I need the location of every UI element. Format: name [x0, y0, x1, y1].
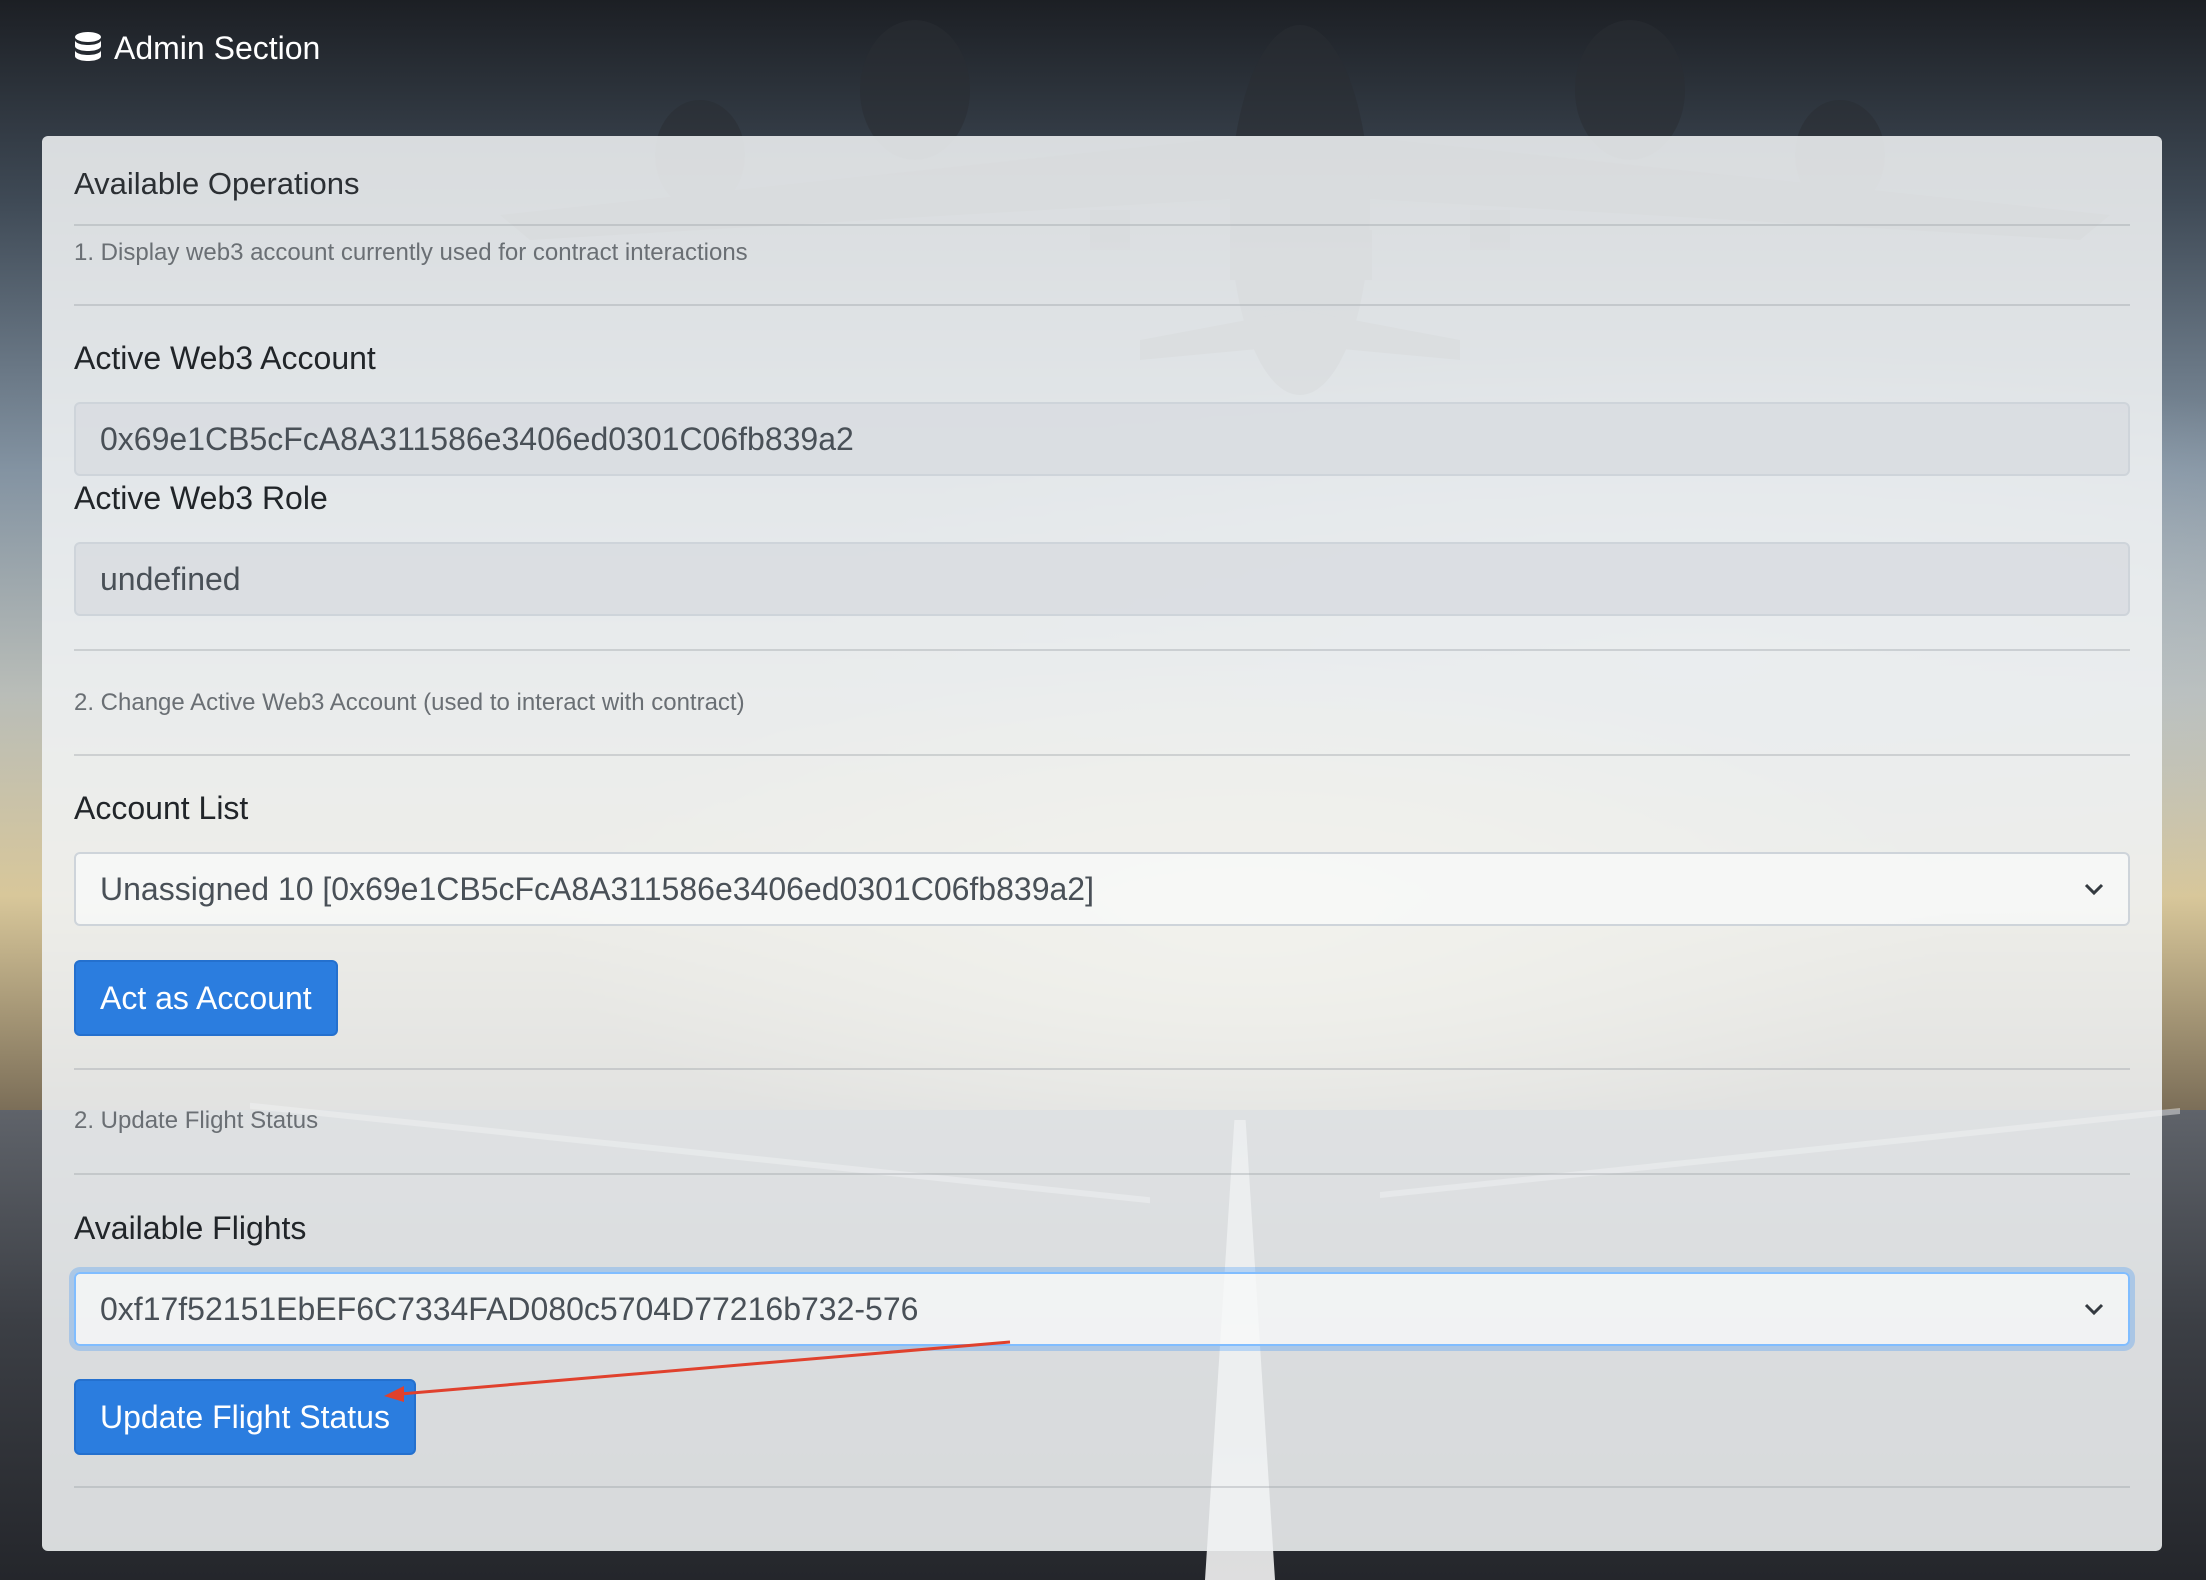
active-role-field: undefined — [74, 542, 2130, 616]
divider — [74, 224, 2130, 226]
account-list-label: Account List — [74, 790, 249, 826]
available-flights-label: Available Flights — [74, 1210, 307, 1246]
active-account-field: 0x69e1CB5cFcA8A311586e3406ed0301C06fb839… — [74, 402, 2130, 476]
step-display-account: 1. Display web3 account currently used f… — [74, 239, 748, 266]
database-icon — [75, 31, 101, 61]
divider — [74, 754, 2130, 756]
divider — [74, 1068, 2130, 1070]
step-change-account: 2. Change Active Web3 Account (used to i… — [74, 689, 745, 716]
step-update-flight: 2. Update Flight Status — [74, 1107, 319, 1134]
account-list-selected: Unassigned 10 [0x69e1CB5cFcA8A311586e340… — [100, 870, 1094, 907]
available-flights-selected: 0xf17f52151EbEF6C7334FAD080c5704D77216b7… — [100, 1290, 919, 1327]
chevron-down-icon — [2084, 883, 2104, 896]
divider — [74, 649, 2130, 651]
operations-panel: Available Operations 1. Display web3 acc… — [42, 136, 2162, 1551]
act-as-account-button[interactable]: Act as Account — [74, 960, 338, 1036]
divider — [74, 1173, 2130, 1175]
update-flight-status-button[interactable]: Update Flight Status — [74, 1379, 416, 1455]
divider — [74, 304, 2130, 306]
header-title: Admin Section — [114, 30, 321, 66]
account-list-select[interactable]: Unassigned 10 [0x69e1CB5cFcA8A311586e340… — [74, 852, 2130, 926]
available-flights-select[interactable]: 0xf17f52151EbEF6C7334FAD080c5704D77216b7… — [74, 1272, 2130, 1346]
active-role-label: Active Web3 Role — [74, 480, 328, 516]
active-role-value: undefined — [100, 560, 241, 597]
divider — [74, 1486, 2130, 1488]
active-account-label: Active Web3 Account — [74, 340, 376, 376]
admin-section-header: Admin Section — [74, 30, 320, 67]
panel-title: Available Operations — [74, 166, 360, 201]
active-account-value: 0x69e1CB5cFcA8A311586e3406ed0301C06fb839… — [100, 420, 854, 457]
chevron-down-icon — [2084, 1303, 2104, 1316]
